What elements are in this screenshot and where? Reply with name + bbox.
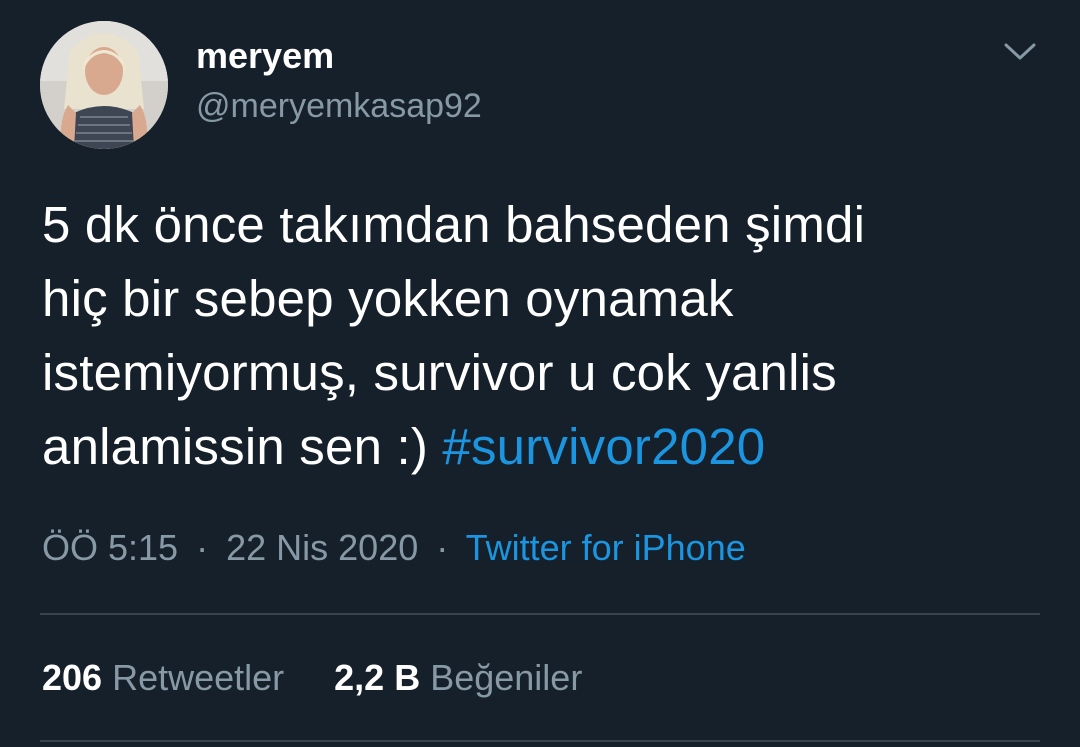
divider: [40, 613, 1040, 615]
tweet-text-line: 5 dk önce takımdan bahseden şimdi: [42, 196, 866, 253]
tweet-text-line: anlamissin sen :) #survivor2020: [42, 410, 1042, 484]
retweets-count: 206: [42, 657, 103, 698]
hashtag-link[interactable]: #survivor2020: [442, 418, 765, 475]
tweet-source-link[interactable]: Twitter for iPhone: [466, 527, 746, 568]
meta-separator: ·: [196, 527, 209, 568]
tweet-text-line: hiç bir sebep yokken oynamak: [42, 270, 734, 327]
tweet-detail: meryem @meryemkasap92 5 dk önce takımdan…: [0, 0, 1080, 747]
author-handle[interactable]: @meryemkasap92: [196, 86, 482, 126]
avatar[interactable]: [40, 21, 168, 149]
author-display-name[interactable]: meryem: [196, 36, 334, 76]
retweets-label: Retweetler: [112, 657, 285, 698]
tweet-text: 5 dk önce takımdan bahseden şimdi hiç bi…: [42, 188, 1042, 484]
likes-stat[interactable]: 2,2 B Beğeniler: [334, 656, 582, 700]
avatar-photo: [40, 21, 168, 149]
likes-count: 2,2 B: [334, 657, 421, 698]
retweets-stat[interactable]: 206 Retweetler: [42, 656, 284, 700]
meta-separator: ·: [436, 527, 449, 568]
tweet-stats: 206 Retweetler 2,2 B Beğeniler: [42, 656, 582, 700]
more-options-button[interactable]: [996, 32, 1044, 72]
tweet-time: ÖÖ 5:15: [42, 527, 179, 568]
tweet-text-fragment: anlamissin sen :): [42, 418, 443, 475]
likes-label: Beğeniler: [430, 657, 583, 698]
tweet-meta: ÖÖ 5:15 · 22 Nis 2020 · Twitter for iPho…: [42, 526, 746, 570]
tweet-text-line: istemiyormuş, survivor u cok yanlis: [42, 344, 837, 401]
tweet-date[interactable]: 22 Nis 2020: [226, 527, 418, 568]
chevron-down-icon: [1004, 43, 1036, 60]
divider: [40, 740, 1040, 742]
